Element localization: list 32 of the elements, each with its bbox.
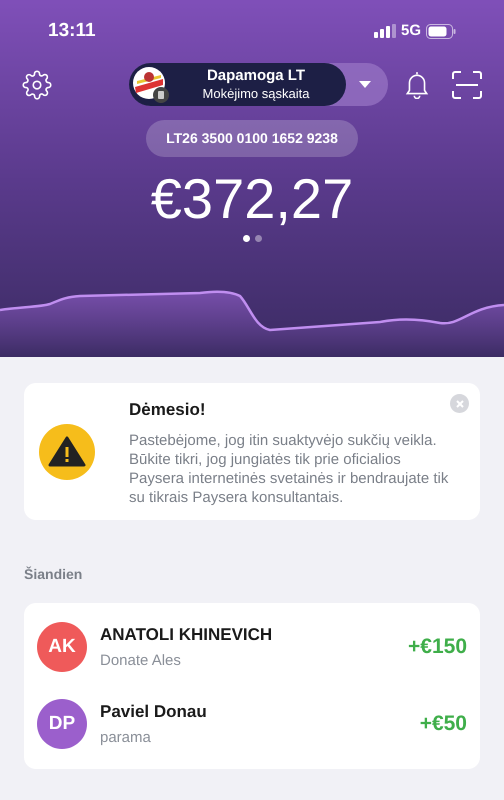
transaction-amount: +€50 (420, 711, 467, 738)
warning-icon (39, 424, 95, 480)
settings-button[interactable] (22, 70, 52, 100)
transaction-row[interactable]: DP Paviel Donau parama +€50 (24, 692, 480, 756)
alert-message: Pastebėjome, jog itin suaktyvėjo sukčių veikla. Būkite tikri, jog jungiatės tik prie oficialios Paysera internetinės svetainės ir bendraujate tik su tikrais Paysera konsultantais. (129, 430, 450, 506)
balance-amount: €372,27 (150, 166, 354, 232)
settings-icon (22, 70, 52, 100)
transaction-description: parama (100, 728, 152, 748)
scan-icon (452, 70, 482, 98)
network-label: 5G (400, 20, 421, 41)
alert-title: Dėmesio! (129, 399, 207, 421)
transaction-row[interactable]: AK ANATOLI KHINEVICH Donate Ales +€150 (24, 616, 480, 678)
section-title: Šiandien (24, 564, 84, 584)
iban-pill[interactable]: LT26 3500 0100 1652 9238 (146, 120, 358, 157)
account-logo-icon (132, 66, 168, 102)
close-icon (456, 400, 464, 408)
scan-button[interactable] (452, 70, 482, 98)
notifications-button[interactable] (404, 70, 430, 98)
battery-icon (426, 24, 456, 38)
transaction-name: ANATOLI KHINEVICH (100, 624, 274, 646)
transaction-description: Donate Ales (100, 651, 182, 671)
avatar: DP (37, 699, 87, 749)
status-time: 13:11 (48, 18, 96, 43)
account-selector[interactable]: Dapamoga LT Mokėjimo sąskaita (128, 63, 388, 106)
dropdown-caret-icon (358, 80, 370, 88)
transaction-name: Paviel Donau (100, 700, 208, 722)
account-name: Dapamoga LT (206, 67, 306, 86)
account-type: Mokėjimo sąskaita (202, 86, 310, 102)
signal-icon (374, 24, 396, 38)
bell-icon (404, 70, 430, 98)
avatar: AK (37, 622, 87, 672)
transaction-amount: +€150 (408, 634, 467, 660)
